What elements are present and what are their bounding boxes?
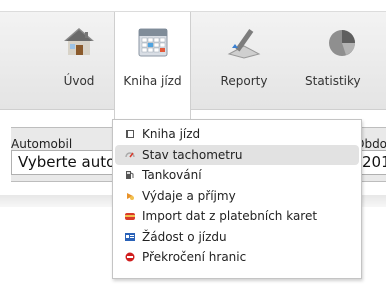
no-entry-icon xyxy=(125,252,135,262)
kniha-jizd-dropdown: Kniha jízd Stav tachometru Tankování Výd… xyxy=(112,119,362,279)
menu-item-prekroceni-hranic[interactable]: Překročení hranic xyxy=(113,247,361,268)
fuel-pump-icon xyxy=(126,171,134,179)
menu-item-label: Tankování xyxy=(142,168,202,182)
tab-reporty[interactable]: Reporty xyxy=(191,12,297,110)
menu-item-tankovani[interactable]: Tankování xyxy=(113,165,361,186)
menu-item-label: Stav tachometru xyxy=(142,147,243,162)
tab-reporty-label: Reporty xyxy=(220,74,268,88)
menu-item-kniha-jizd[interactable]: Kniha jízd xyxy=(113,124,361,145)
menu-item-import-karet[interactable]: Import dat z platebních karet xyxy=(113,206,361,227)
automobil-label: Automobil xyxy=(11,137,73,151)
menu-item-label: Překročení hranic xyxy=(142,250,247,264)
credit-card-icon xyxy=(125,213,135,220)
menu-item-label: Výdaje a příjmy xyxy=(142,188,236,203)
tab-uvod[interactable]: Úvod xyxy=(44,12,114,110)
tab-uvod-label: Úvod xyxy=(63,74,95,88)
expense-icon xyxy=(127,192,134,200)
menu-item-zadost[interactable]: Žádost o jízdu xyxy=(113,227,361,248)
menu-item-label: Import dat z platebních karet xyxy=(142,209,318,223)
menu-item-vydaje[interactable]: Výdaje a příjmy xyxy=(113,186,361,207)
main-toolbar: Úvod Kniha jízd Reporty Statistiky xyxy=(0,12,386,122)
menu-item-label: Kniha jízd xyxy=(142,127,201,141)
tab-statistiky[interactable]: Statistiky xyxy=(297,12,386,110)
tab-statistiky-label: Statistiky xyxy=(305,74,361,88)
tachometer-icon xyxy=(125,151,135,157)
tab-kniha-jizd-label: Kniha jízd xyxy=(123,74,182,88)
pen-paper-icon xyxy=(227,29,261,59)
book-icon xyxy=(126,130,134,138)
calendar-icon xyxy=(138,28,167,57)
request-card-icon xyxy=(125,232,135,241)
top-strip xyxy=(0,0,386,12)
menu-item-stav-tachometru[interactable]: Stav tachometru xyxy=(115,144,359,165)
menu-item-label: Žádost o jízdu xyxy=(142,229,227,244)
tab-kniha-jizd[interactable]: Kniha jízd xyxy=(114,12,191,122)
house-icon xyxy=(64,28,94,55)
pie-chart-icon xyxy=(328,30,355,56)
